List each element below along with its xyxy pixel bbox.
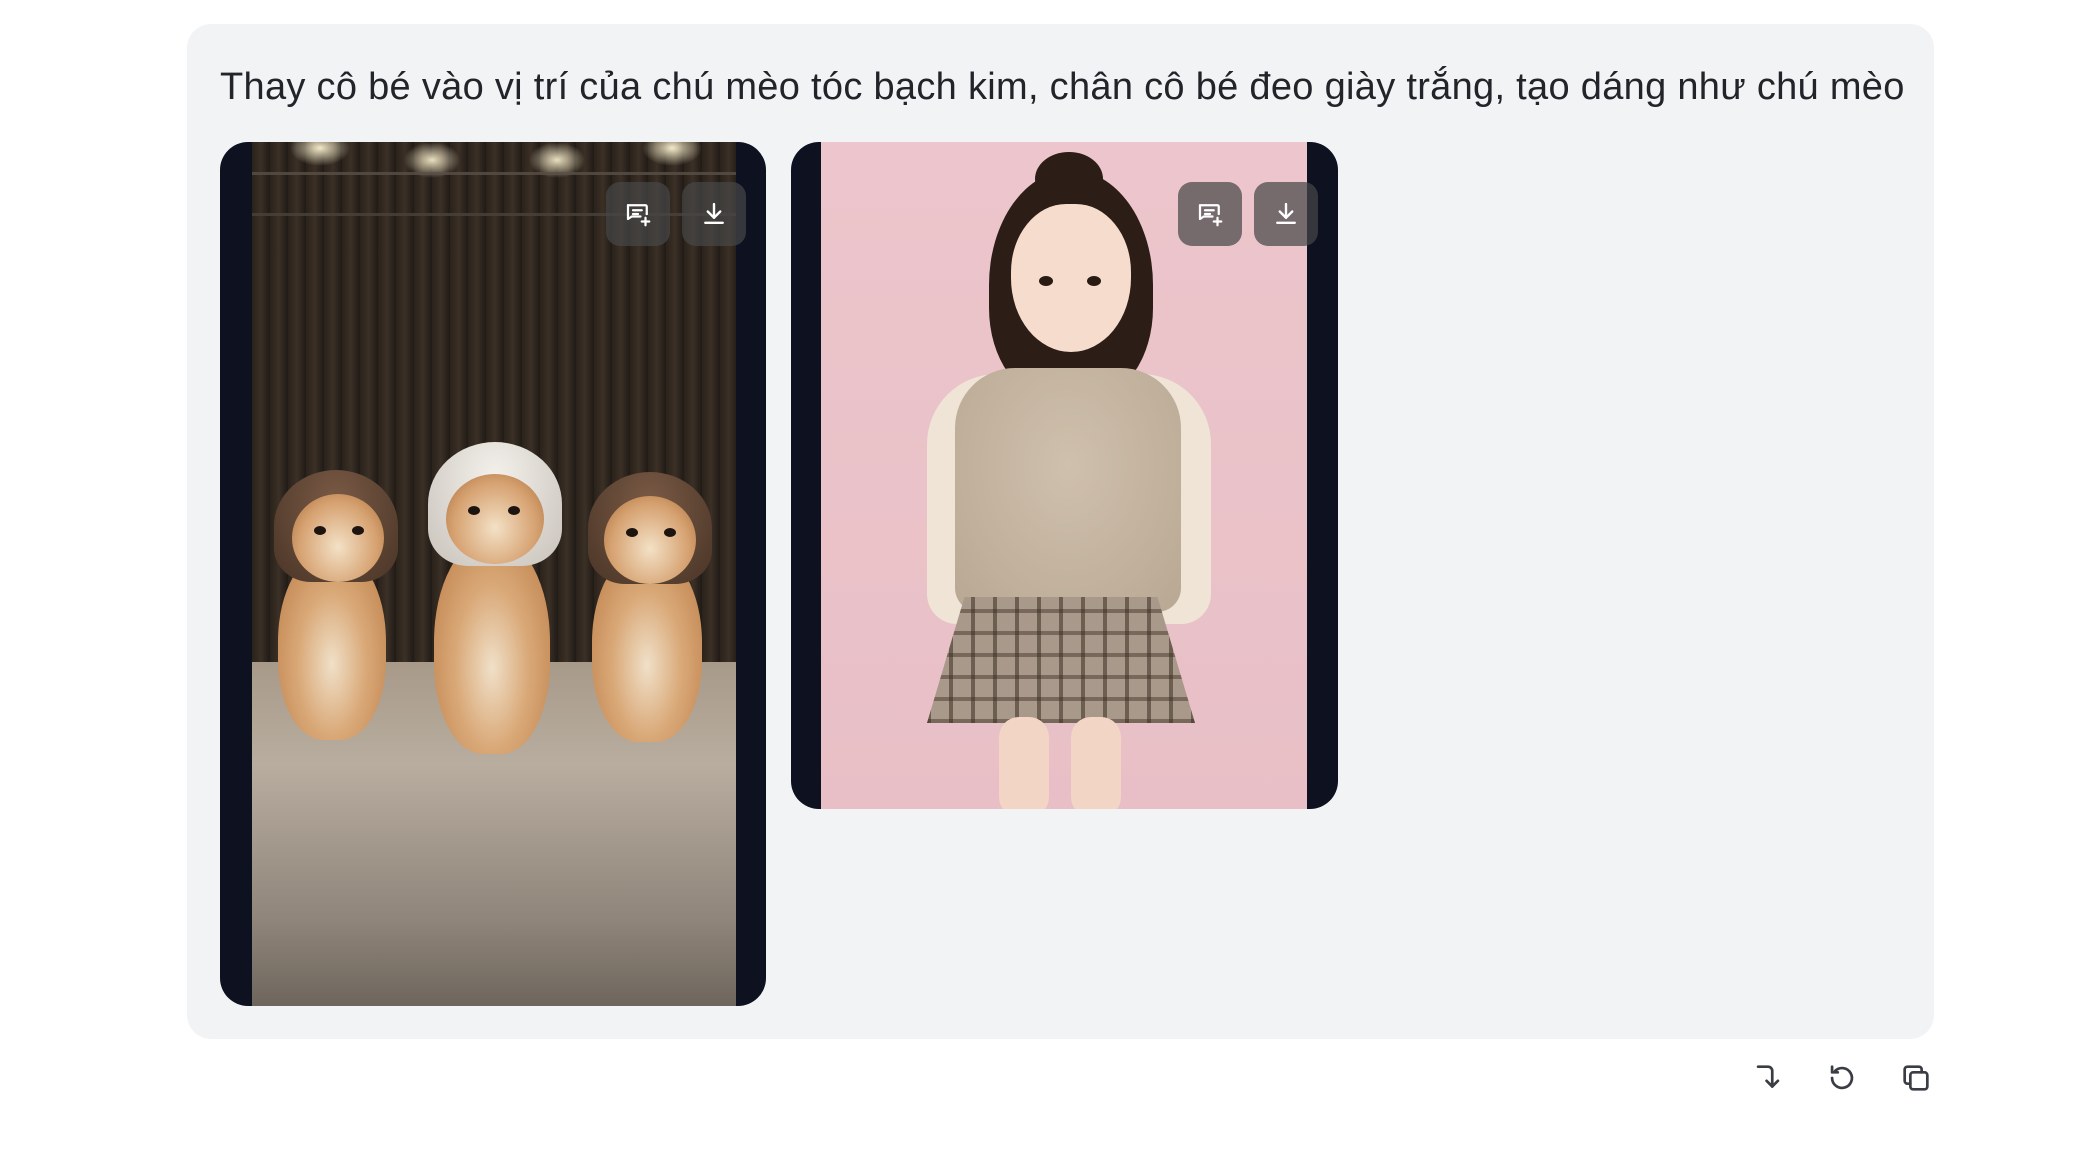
download-icon (1276, 202, 1296, 224)
cat-middle-eye (468, 506, 480, 515)
download-button[interactable] (682, 182, 746, 246)
girl-eye (1039, 276, 1053, 286)
regenerate-button[interactable] (1824, 1060, 1860, 1096)
cats-on-stage-image[interactable] (252, 142, 736, 1006)
regenerate-icon (1830, 1065, 1854, 1090)
copy-icon (1903, 1065, 1929, 1091)
prompt-text: Thay cô bé vào vị trí của chú mèo tóc bạ… (220, 66, 1905, 108)
comment-add-icon (626, 204, 651, 227)
girl-leg (1071, 717, 1121, 809)
cat-left-eye (352, 526, 364, 535)
cat-right-head (604, 496, 696, 584)
user-message-bubble: Thay cô bé vào vị trí của chú mèo tóc bạ… (187, 24, 1934, 1039)
cat-left-head (292, 494, 384, 582)
cat-middle-body (434, 538, 550, 754)
copy-button[interactable] (1898, 1060, 1934, 1096)
cat-left-eye (314, 526, 326, 535)
cat-middle-head (446, 474, 544, 564)
girl-face (1011, 204, 1131, 352)
girl-leg (999, 717, 1049, 809)
cat-right-eye (626, 528, 638, 537)
download-icon (704, 202, 724, 224)
girl-plaid-skirt (927, 597, 1195, 723)
add-comment-button[interactable] (606, 182, 670, 246)
cat-right-eye (664, 528, 676, 537)
branch-down-icon (1756, 1065, 1780, 1088)
attachment-image-card[interactable] (220, 142, 766, 1006)
cat-middle-eye (508, 506, 520, 515)
add-comment-button[interactable] (1178, 182, 1242, 246)
attachment-image-card[interactable] (791, 142, 1338, 809)
message-action-toolbar (1750, 1060, 1934, 1096)
girl-fur-vest (955, 368, 1181, 612)
girl-eye (1087, 276, 1101, 286)
branch-down-button[interactable] (1750, 1060, 1786, 1096)
download-button[interactable] (1254, 182, 1318, 246)
comment-add-icon (1198, 204, 1223, 227)
